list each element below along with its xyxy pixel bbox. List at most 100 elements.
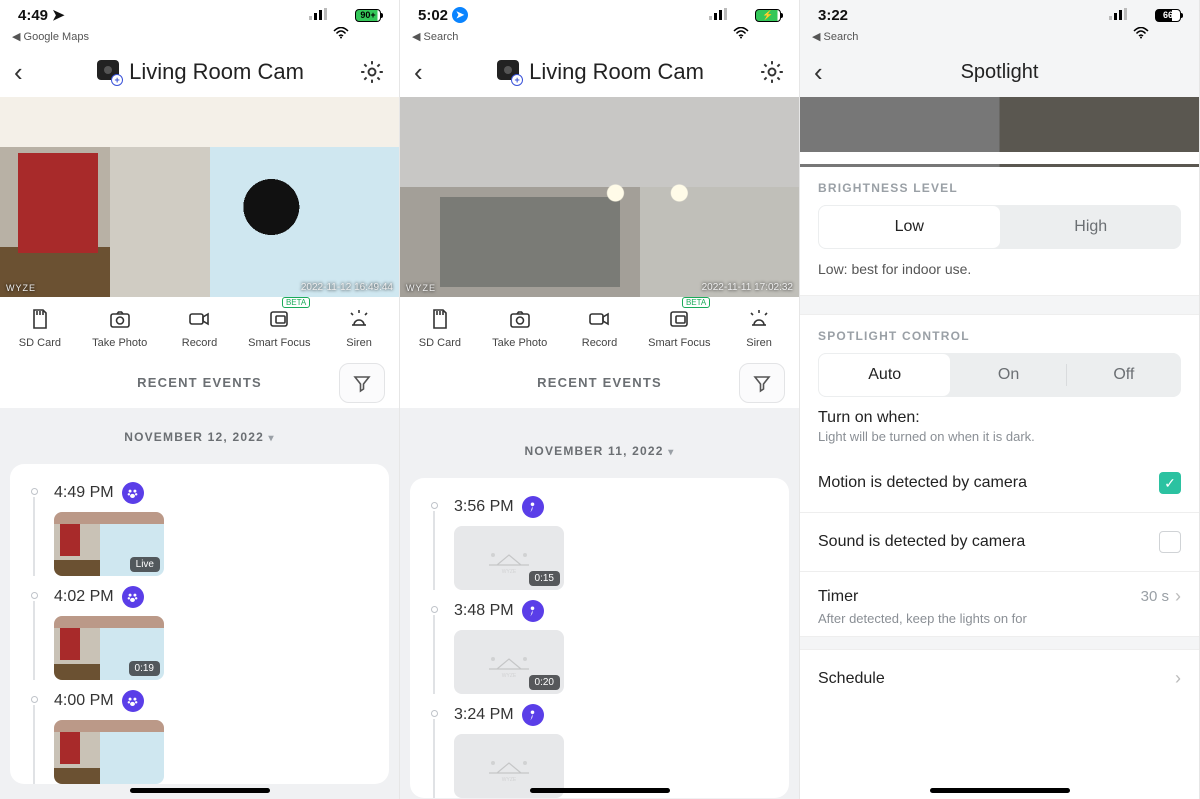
event-thumbnail[interactable] <box>54 720 164 784</box>
events-date[interactable]: NOVEMBER 12, 2022 ▾ <box>10 418 389 464</box>
action-sd[interactable]: SD Card <box>400 307 480 349</box>
chevron-right-icon: › <box>1175 586 1181 607</box>
location-services-icon: ➤ <box>52 6 65 24</box>
beta-badge: BETA <box>282 297 310 308</box>
home-indicator[interactable] <box>930 788 1070 793</box>
filter-button[interactable] <box>339 363 385 403</box>
event-time: 3:24 PM <box>454 706 514 724</box>
event-item[interactable]: 3:24 PM WYZE <box>428 694 771 798</box>
segment-option-on[interactable]: On <box>951 353 1065 397</box>
action-label: Siren <box>746 337 772 349</box>
page-title: Spotlight <box>840 61 1159 84</box>
events-date[interactable]: NOVEMBER 11, 2022 ▾ <box>410 418 789 478</box>
event-item[interactable]: 4:00 PM <box>28 680 371 784</box>
recent-events-heading: RECENT EVENTS <box>137 375 262 390</box>
action-label: SD Card <box>19 337 61 349</box>
settings-button[interactable] <box>359 59 385 85</box>
back-button[interactable]: ‹ <box>814 57 840 88</box>
pet-detected-icon <box>122 586 144 608</box>
action-photo[interactable]: Take Photo <box>80 307 160 349</box>
page-title: + Living Room Cam <box>440 59 759 85</box>
event-thumbnail[interactable]: Live <box>54 512 164 576</box>
events-scroll[interactable]: NOVEMBER 11, 2022 ▾ 3:56 PMWYZE0:153:48 … <box>400 408 799 799</box>
action-rec[interactable]: Record <box>560 307 640 349</box>
schedule-row[interactable]: Schedule › <box>800 650 1199 707</box>
event-thumbnail[interactable]: 0:19 <box>54 616 164 680</box>
brightness-section-label: BRIGHTNESS LEVEL <box>800 167 1199 205</box>
action-row: SD Card Take Photo RecordBETASmart Focus Si… <box>400 297 799 357</box>
camera-device-icon: + <box>495 60 521 84</box>
home-indicator[interactable] <box>130 788 270 793</box>
action-label: SD Card <box>419 337 461 349</box>
status-bar: 3:22 66 <box>800 0 1199 30</box>
person-detected-icon <box>522 704 544 726</box>
event-thumbnail[interactable]: WYZE0:15 <box>454 526 564 590</box>
timer-subtitle: After detected, keep the lights on for <box>800 611 1199 636</box>
camera-device-icon: + <box>95 60 121 84</box>
trigger-row[interactable]: Sound is detected by camera <box>800 513 1199 572</box>
schedule-label: Schedule <box>818 670 885 688</box>
action-rec[interactable]: Record <box>160 307 240 349</box>
segment-option-high[interactable]: High <box>1001 205 1182 249</box>
status-time: 4:49 <box>18 7 48 24</box>
filter-button[interactable] <box>739 363 785 403</box>
chevron-right-icon: › <box>1175 668 1181 689</box>
event-time: 4:02 PM <box>54 588 114 606</box>
live-video-feed[interactable]: WYZE 2022-11-12 16:49:44 <box>0 97 399 297</box>
event-thumbnail[interactable]: WYZE0:20 <box>454 630 564 694</box>
spotlight-preview <box>800 97 1199 167</box>
event-duration-badge: 0:19 <box>129 661 160 676</box>
event-time: 4:00 PM <box>54 692 114 710</box>
status-time: 3:22 <box>818 7 848 24</box>
action-sd[interactable]: SD Card <box>0 307 80 349</box>
segment-option-low[interactable]: Low <box>818 205 1001 249</box>
action-siren[interactable]: Siren <box>719 307 799 349</box>
battery-icon: 66 <box>1155 9 1181 22</box>
timer-row[interactable]: Timer 30 s › <box>800 572 1199 611</box>
back-button[interactable]: ‹ <box>414 57 440 88</box>
event-item[interactable]: 4:02 PM 0:19 <box>28 576 371 680</box>
segment-option-off[interactable]: Off <box>1067 353 1181 397</box>
event-item[interactable]: 3:56 PMWYZE0:15 <box>428 486 771 590</box>
cellular-signal-icon <box>1109 7 1127 24</box>
event-item[interactable]: 4:49 PM Live <box>28 472 371 576</box>
sd-icon <box>27 307 53 331</box>
spotlight-control-label: SPOTLIGHT CONTROL <box>800 315 1199 353</box>
action-label: Take Photo <box>492 337 547 349</box>
checkbox-checked-icon[interactable]: ✓ <box>1159 472 1181 494</box>
action-photo[interactable]: Take Photo <box>480 307 560 349</box>
brightness-hint: Low: best for indoor use. <box>800 249 1199 295</box>
events-scroll[interactable]: NOVEMBER 12, 2022 ▾ 4:49 PM Live 4:02 PM 0:… <box>0 408 399 799</box>
status-time: 5:02 <box>418 7 448 24</box>
photo-icon <box>107 307 133 331</box>
spotlight-mode-segmented-control[interactable]: AutoOnOff <box>818 353 1181 397</box>
event-time: 4:49 PM <box>54 484 114 502</box>
action-focus[interactable]: BETASmart Focus <box>239 307 319 349</box>
settings-button[interactable] <box>759 59 785 85</box>
action-label: Smart Focus <box>648 337 710 349</box>
back-button[interactable]: ‹ <box>14 57 40 88</box>
battery-icon: ⚡ <box>755 9 781 22</box>
live-video-feed[interactable]: WYZE 2022-11-11 17:02:32 <box>400 97 799 297</box>
svg-text:WYZE: WYZE <box>502 777 517 783</box>
timer-label: Timer <box>818 588 858 606</box>
checkbox-unchecked-icon[interactable] <box>1159 531 1181 553</box>
rec-icon <box>586 307 612 331</box>
turn-on-when-subtitle: Light will be turned on when it is dark. <box>800 427 1199 454</box>
home-indicator[interactable] <box>530 788 670 793</box>
pet-detected-icon <box>122 482 144 504</box>
event-item[interactable]: 3:48 PMWYZE0:20 <box>428 590 771 694</box>
chevron-down-icon: ▾ <box>668 447 674 458</box>
trigger-row[interactable]: Motion is detected by camera✓ <box>800 454 1199 513</box>
event-duration-badge: 0:15 <box>529 571 560 586</box>
pet-detected-icon <box>122 690 144 712</box>
feed-timestamp: 2022-11-12 16:49:44 <box>301 282 393 293</box>
action-siren[interactable]: Siren <box>319 307 399 349</box>
brightness-segmented-control[interactable]: LowHigh <box>818 205 1181 249</box>
turn-on-when-title: Turn on when: <box>800 397 1199 427</box>
action-focus[interactable]: BETASmart Focus <box>639 307 719 349</box>
segment-option-auto[interactable]: Auto <box>818 353 951 397</box>
timer-value: 30 s <box>1141 588 1169 605</box>
rec-icon <box>186 307 212 331</box>
wifi-icon <box>1133 9 1149 21</box>
